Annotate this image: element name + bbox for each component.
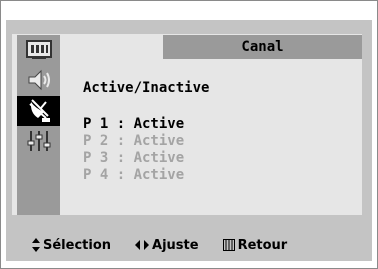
menu-title: Canal — [163, 35, 362, 59]
footer-divider — [12, 215, 362, 216]
return-label: Retour — [237, 237, 288, 253]
sound-icon[interactable] — [17, 65, 60, 95]
program-item-selected[interactable]: P 1 : Active — [83, 116, 184, 133]
menu-heading: Active/Inactive — [83, 80, 210, 96]
up-down-arrow-icon — [32, 238, 40, 252]
program-item[interactable]: P 4 : Active — [83, 167, 184, 184]
return-hint[interactable]: Retour — [222, 237, 288, 253]
adjust-hint[interactable]: Ajuste — [135, 238, 199, 253]
menu-icon — [222, 239, 235, 251]
left-right-arrow-icon — [135, 240, 150, 250]
program-item[interactable]: P 2 : Active — [83, 133, 184, 150]
program-item[interactable]: P 3 : Active — [83, 150, 184, 167]
menu-icon-column — [17, 35, 60, 215]
select-label: Sélection — [43, 237, 112, 253]
footer-hints: Sélection Ajuste Retour — [32, 236, 287, 254]
adjust-label: Ajuste — [152, 237, 199, 253]
menu-body — [12, 34, 362, 215]
picture-icon[interactable] — [17, 35, 60, 65]
menu-title-label: Canal — [241, 39, 284, 55]
select-hint[interactable]: Sélection — [32, 238, 111, 253]
setup-sliders-icon[interactable] — [17, 126, 60, 156]
channel-antenna-icon[interactable] — [17, 96, 60, 126]
